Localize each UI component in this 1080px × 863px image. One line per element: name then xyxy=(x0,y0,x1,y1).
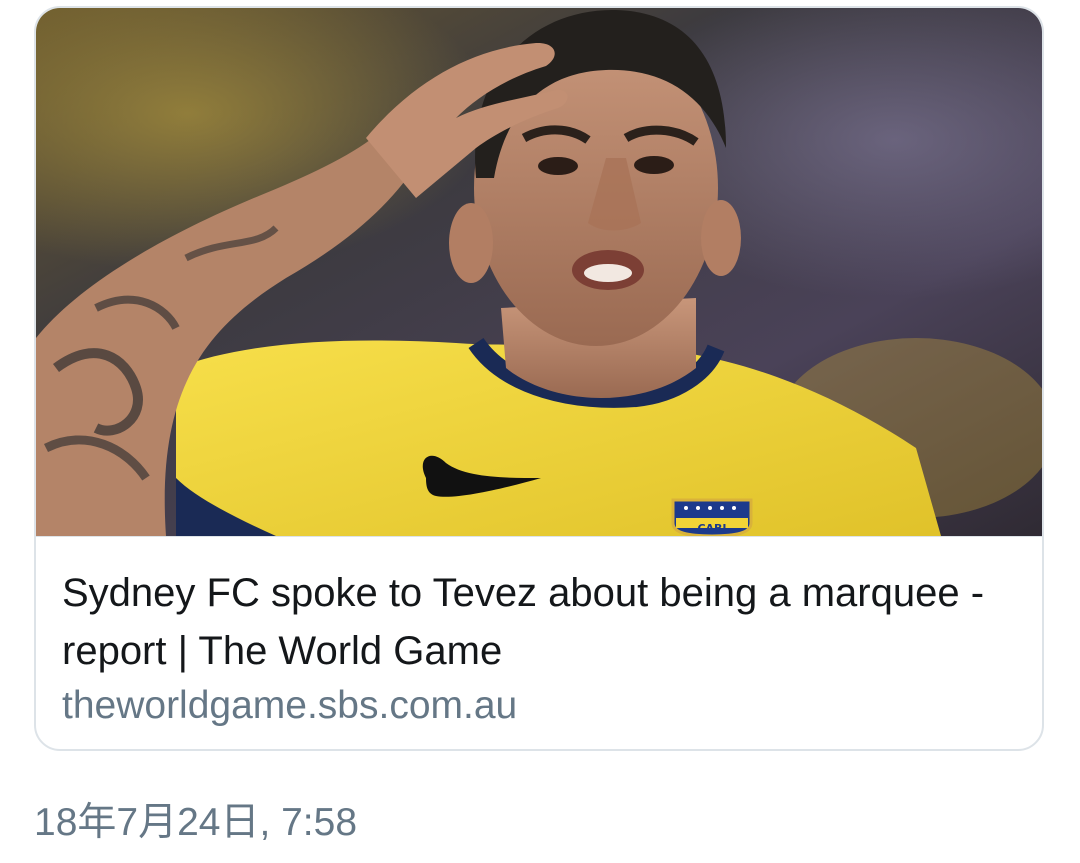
club-badge-text: CABJ xyxy=(697,522,726,535)
link-preview-domain[interactable]: theworldgame.sbs.com.au xyxy=(62,682,517,730)
link-preview-title[interactable]: Sydney FC spoke to Tevez about being a m… xyxy=(62,564,1022,680)
link-preview-card[interactable]: CABJ Sydney FC spoke to Tevez about bein… xyxy=(34,6,1044,751)
club-badge: CABJ xyxy=(671,498,753,536)
link-preview-image[interactable]: CABJ xyxy=(36,8,1042,537)
player-photo: CABJ xyxy=(36,8,1042,536)
tweet-timestamp[interactable]: 18年7月24日, 7:58 xyxy=(34,797,357,849)
tweet-detail: CABJ Sydney FC spoke to Tevez about bein… xyxy=(0,0,1080,863)
